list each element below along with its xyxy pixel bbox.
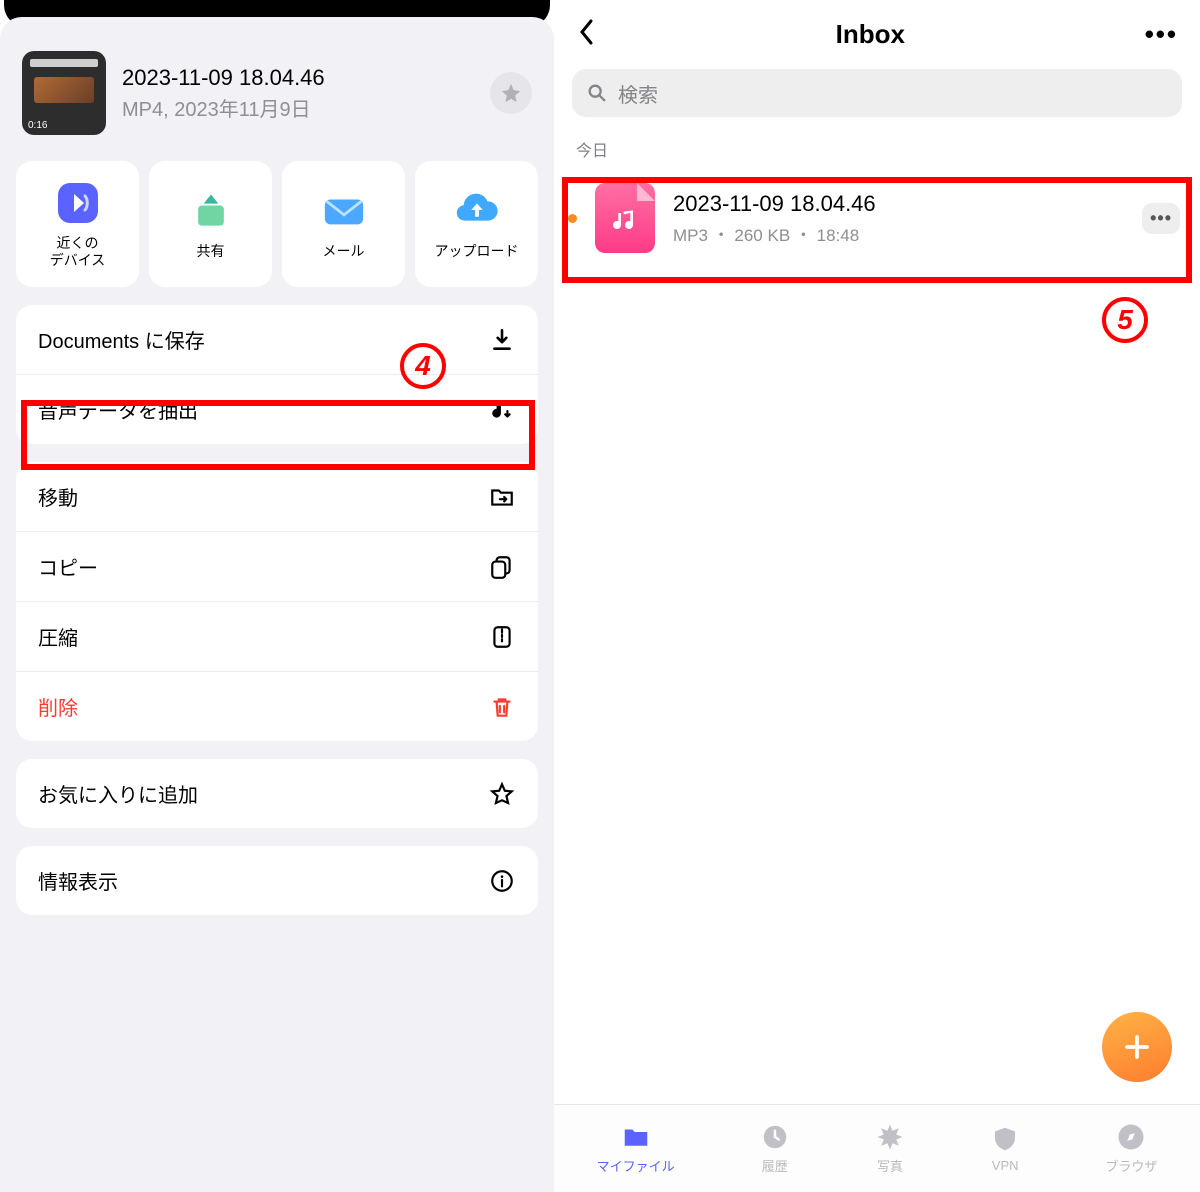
chevron-left-icon bbox=[576, 18, 596, 46]
clock-icon bbox=[760, 1122, 790, 1152]
callout-number-4: 4 bbox=[400, 343, 446, 389]
trash-icon bbox=[488, 693, 516, 721]
shield-icon bbox=[990, 1124, 1020, 1154]
back-button[interactable] bbox=[576, 18, 596, 51]
add-favorite-row[interactable]: お気に入りに追加 bbox=[16, 759, 538, 828]
row-label: 移動 bbox=[38, 482, 78, 511]
delete-row[interactable]: 削除 bbox=[16, 671, 538, 741]
share-button[interactable]: 共有 bbox=[149, 161, 272, 287]
callout-number-5: 5 bbox=[1102, 297, 1148, 343]
mail-button[interactable]: メール bbox=[282, 161, 405, 287]
row-label: 削除 bbox=[38, 692, 78, 721]
nearby-devices-button[interactable]: 近くの デバイス bbox=[16, 161, 139, 287]
move-row[interactable]: 移動 bbox=[16, 462, 538, 531]
show-info-row[interactable]: 情報表示 bbox=[16, 846, 538, 915]
tab-label: VPN bbox=[992, 1158, 1019, 1173]
compress-row[interactable]: 圧縮 bbox=[16, 601, 538, 671]
search-icon bbox=[586, 82, 608, 104]
action-group-fav: お気に入りに追加 bbox=[16, 759, 538, 828]
compass-icon bbox=[1116, 1122, 1146, 1152]
file-row-mp3[interactable]: 2023-11-09 18.04.46 MP3 ・ 260 KB ・ 18:48… bbox=[554, 167, 1200, 269]
upload-button[interactable]: アップロード bbox=[415, 161, 538, 287]
extract-audio-row[interactable]: 音声データを抽出 bbox=[16, 374, 538, 444]
page-title: Inbox bbox=[836, 19, 905, 50]
tab-vpn[interactable]: VPN bbox=[990, 1124, 1020, 1173]
action-group-edit: 移動 コピー 圧縮 削除 bbox=[16, 462, 538, 741]
row-label: Documents に保存 bbox=[38, 325, 205, 354]
copy-icon bbox=[488, 553, 516, 581]
tab-bar: マイファイル 履歴 写真 VPN ブラウザ bbox=[554, 1104, 1200, 1192]
video-thumbnail[interactable]: 0:16 bbox=[22, 51, 106, 135]
save-to-documents-row[interactable]: Documents に保存 bbox=[16, 305, 538, 374]
nearby-icon bbox=[54, 179, 102, 227]
share-label: 共有 bbox=[197, 243, 225, 261]
action-group-file: Documents に保存 音声データを抽出 bbox=[16, 305, 538, 444]
share-sheet-panel: 0:16 2023-11-09 18.04.46 MP4, 2023年11月9日… bbox=[0, 0, 554, 1192]
file-name: 2023-11-09 18.04.46 bbox=[673, 191, 876, 217]
search-placeholder: 検索 bbox=[618, 79, 658, 108]
tab-label: ブラウザ bbox=[1105, 1156, 1157, 1175]
file-header: 0:16 2023-11-09 18.04.46 MP4, 2023年11月9日 bbox=[16, 35, 538, 161]
cloud-upload-icon bbox=[453, 187, 501, 235]
download-icon bbox=[488, 326, 516, 354]
info-icon bbox=[488, 867, 516, 895]
row-label: コピー bbox=[38, 552, 98, 581]
share-label: メール bbox=[323, 243, 365, 261]
video-duration: 0:16 bbox=[28, 120, 47, 131]
folder-icon bbox=[621, 1122, 651, 1152]
row-label: 音声データを抽出 bbox=[38, 395, 198, 424]
mail-icon bbox=[320, 187, 368, 235]
tab-label: マイファイル bbox=[597, 1156, 675, 1175]
section-today: 今日 bbox=[554, 131, 1200, 167]
plus-icon bbox=[1122, 1032, 1152, 1062]
star-outline-icon bbox=[488, 780, 516, 808]
share-icon bbox=[187, 187, 235, 235]
share-label: アップロード bbox=[435, 243, 519, 261]
search-field[interactable]: 検索 bbox=[572, 69, 1182, 117]
row-label: 圧縮 bbox=[38, 622, 78, 651]
tab-photos[interactable]: 写真 bbox=[875, 1122, 905, 1175]
tab-my-files[interactable]: マイファイル bbox=[597, 1122, 675, 1175]
row-label: お気に入りに追加 bbox=[38, 779, 198, 808]
zip-icon bbox=[488, 623, 516, 651]
add-fab[interactable] bbox=[1102, 1012, 1172, 1082]
tab-label: 写真 bbox=[877, 1156, 903, 1175]
unread-dot-icon bbox=[568, 214, 577, 223]
more-button[interactable]: ••• bbox=[1145, 19, 1178, 50]
share-targets: 近くの デバイス 共有 メール アップロード bbox=[16, 161, 538, 287]
copy-row[interactable]: コピー bbox=[16, 531, 538, 601]
file-title: 2023-11-09 18.04.46 bbox=[122, 65, 325, 91]
tab-history[interactable]: 履歴 bbox=[760, 1122, 790, 1175]
file-browser-panel: Inbox ••• 検索 今日 2023-11-09 18.04.46 MP3 … bbox=[554, 0, 1200, 1192]
action-group-info: 情報表示 bbox=[16, 846, 538, 915]
music-download-icon bbox=[488, 396, 516, 424]
tab-browser[interactable]: ブラウザ bbox=[1105, 1122, 1157, 1175]
share-label: 近くの デバイス bbox=[50, 235, 106, 270]
file-subtitle: MP4, 2023年11月9日 bbox=[122, 93, 325, 122]
row-label: 情報表示 bbox=[38, 866, 118, 895]
file-more-button[interactable]: ••• bbox=[1142, 203, 1180, 234]
favorite-button[interactable] bbox=[490, 72, 532, 114]
tab-label: 履歴 bbox=[762, 1156, 788, 1175]
flower-icon bbox=[875, 1122, 905, 1152]
folder-arrow-icon bbox=[488, 483, 516, 511]
file-meta: MP3 ・ 260 KB ・ 18:48 bbox=[673, 221, 876, 246]
mp3-file-icon bbox=[595, 183, 655, 253]
star-icon bbox=[500, 82, 522, 104]
nav-bar: Inbox ••• bbox=[554, 0, 1200, 65]
